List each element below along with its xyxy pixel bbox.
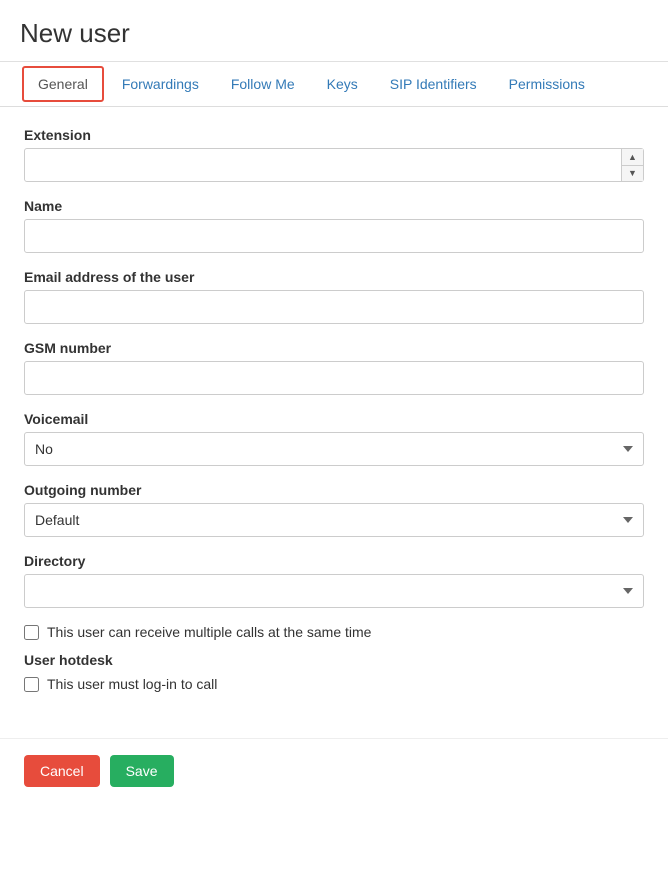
extension-spinner: ▲ ▼ xyxy=(621,149,643,181)
tab-permissions[interactable]: Permissions xyxy=(493,64,601,104)
extension-label: Extension xyxy=(24,127,644,143)
multiple-calls-group: This user can receive multiple calls at … xyxy=(24,624,644,640)
page-header: New user xyxy=(0,0,668,62)
gsm-input[interactable] xyxy=(24,361,644,395)
gsm-group: GSM number xyxy=(24,340,644,395)
extension-down-btn[interactable]: ▼ xyxy=(622,166,643,182)
outgoing-number-group: Outgoing number Default xyxy=(24,482,644,537)
tab-general[interactable]: General xyxy=(22,66,104,102)
must-login-label[interactable]: This user must log-in to call xyxy=(47,676,217,692)
tabs-bar: General Forwardings Follow Me Keys SIP I… xyxy=(0,62,668,107)
extension-up-btn[interactable]: ▲ xyxy=(622,149,643,166)
tab-keys[interactable]: Keys xyxy=(311,64,374,104)
outgoing-number-label: Outgoing number xyxy=(24,482,644,498)
must-login-checkbox[interactable] xyxy=(24,677,39,692)
tab-follow-me[interactable]: Follow Me xyxy=(215,64,311,104)
outgoing-number-select[interactable]: Default xyxy=(24,503,644,537)
gsm-label: GSM number xyxy=(24,340,644,356)
voicemail-select[interactable]: No Yes xyxy=(24,432,644,466)
directory-label: Directory xyxy=(24,553,644,569)
extension-group: Extension ▲ ▼ xyxy=(24,127,644,182)
tab-sip-identifiers[interactable]: SIP Identifiers xyxy=(374,64,493,104)
save-button[interactable]: Save xyxy=(110,755,174,787)
tab-forwardings[interactable]: Forwardings xyxy=(106,64,215,104)
email-label: Email address of the user xyxy=(24,269,644,285)
voicemail-group: Voicemail No Yes xyxy=(24,411,644,466)
directory-select[interactable] xyxy=(24,574,644,608)
extension-input-wrapper: ▲ ▼ xyxy=(24,148,644,182)
name-label: Name xyxy=(24,198,644,214)
name-group: Name xyxy=(24,198,644,253)
multiple-calls-checkbox[interactable] xyxy=(24,625,39,640)
page-title: New user xyxy=(20,18,648,49)
footer-buttons: Cancel Save xyxy=(0,738,668,803)
name-input[interactable] xyxy=(24,219,644,253)
user-hotdesk-label: User hotdesk xyxy=(24,652,644,668)
cancel-button[interactable]: Cancel xyxy=(24,755,100,787)
extension-input[interactable] xyxy=(24,148,644,182)
email-group: Email address of the user xyxy=(24,269,644,324)
multiple-calls-label[interactable]: This user can receive multiple calls at … xyxy=(47,624,371,640)
directory-group: Directory xyxy=(24,553,644,608)
must-login-group: This user must log-in to call xyxy=(24,676,644,692)
email-input[interactable] xyxy=(24,290,644,324)
voicemail-label: Voicemail xyxy=(24,411,644,427)
user-hotdesk-group: User hotdesk This user must log-in to ca… xyxy=(24,652,644,692)
form-container: Extension ▲ ▼ Name Email address of the … xyxy=(0,107,668,728)
